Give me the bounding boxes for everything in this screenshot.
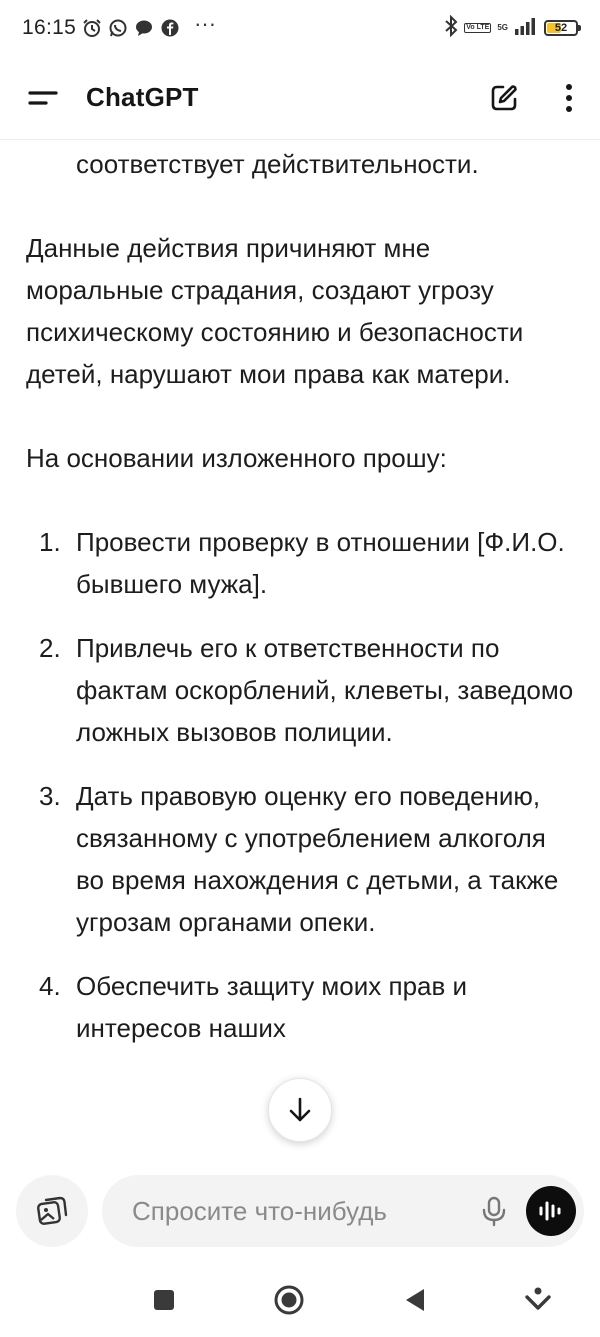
message-input-container: [102, 1175, 584, 1247]
recent-apps-button[interactable]: [152, 1288, 176, 1312]
network-type: 5G: [497, 24, 508, 32]
list-item-number: 3.: [39, 781, 61, 811]
image-gallery-icon: [37, 1196, 68, 1225]
message-input[interactable]: [130, 1194, 474, 1228]
list-item-text: Обеспечить защиту моих прав и интересов …: [76, 971, 468, 1043]
composer: [0, 1162, 600, 1260]
status-time: 16:15: [22, 16, 77, 39]
list-item: 2. Привлечь его к ответственности по фак…: [26, 627, 574, 753]
scroll-to-bottom-button[interactable]: [268, 1078, 332, 1142]
voice-waveform-icon: [539, 1201, 561, 1221]
volte-badge: Vo LTE: [464, 23, 492, 33]
message-paragraph: На основании изложенного прошу:: [26, 443, 447, 473]
arrow-down-icon: [289, 1097, 311, 1122]
system-status-icons: Vo LTE 5G 52: [444, 14, 581, 42]
microphone-icon: [482, 1196, 506, 1227]
chevron-down-person-icon: [525, 1287, 551, 1310]
new-chat-icon[interactable]: [488, 82, 520, 114]
back-button[interactable]: [403, 1287, 427, 1313]
facebook-icon: [160, 18, 180, 38]
assistant-gesture-button[interactable]: [524, 1286, 552, 1314]
home-button[interactable]: [273, 1284, 305, 1316]
bluetooth-icon: [444, 14, 458, 42]
signal-icon: [514, 17, 538, 40]
message-carry-line: соответствует действительности.: [76, 149, 479, 179]
battery-icon: 52: [544, 20, 581, 36]
request-list: 1. Провести проверку в отношении [Ф.И.О.…: [26, 521, 574, 1049]
header-actions: [488, 82, 574, 114]
back-triangle-icon: [405, 1288, 424, 1311]
list-item: 1. Провести проверку в отношении [Ф.И.О.…: [26, 521, 574, 605]
list-item: 4. Обеспечить защиту моих прав и интерес…: [26, 965, 574, 1049]
app-header: ChatGPT: [0, 56, 600, 140]
app-title: ChatGPT: [86, 82, 199, 112]
alarm-icon: [82, 18, 102, 38]
network-gen-label: 5G: [497, 23, 508, 32]
more-vertical-icon[interactable]: [564, 82, 574, 114]
list-item-text: Провести проверку в отношении [Ф.И.О. бы…: [76, 527, 565, 599]
menu-icon[interactable]: [26, 86, 60, 110]
more-notifications-indicator: ···: [194, 11, 217, 36]
voice-mode-button[interactable]: [526, 1186, 576, 1236]
message-paragraph: Данные действия причиняют мне моральные …: [26, 233, 524, 389]
attach-image-button[interactable]: [16, 1175, 88, 1247]
square-icon: [154, 1289, 174, 1310]
list-item-number: 2.: [39, 633, 61, 663]
battery-level: 52: [554, 22, 568, 34]
list-item-number: 4.: [39, 971, 61, 1001]
list-item-text: Привлечь его к ответственности по фактам…: [76, 633, 574, 747]
dictate-button[interactable]: [474, 1191, 514, 1231]
whatsapp-icon: [108, 18, 128, 38]
list-item: 3. Дать правовую оценку его поведению, с…: [26, 775, 574, 943]
list-item-text: Дать правовую оценку его поведению, связ…: [76, 781, 559, 937]
chat-bubble-icon: [134, 18, 154, 38]
assistant-message: соответствует действительности. Данные д…: [0, 141, 600, 1161]
notification-icons: [82, 18, 180, 38]
list-item-number: 1.: [39, 527, 61, 557]
status-bar: 16:15 ··· Vo LTE 5G 52: [0, 0, 600, 56]
system-navigation-bar: [0, 1262, 600, 1337]
home-circle-icon: [274, 1285, 304, 1314]
